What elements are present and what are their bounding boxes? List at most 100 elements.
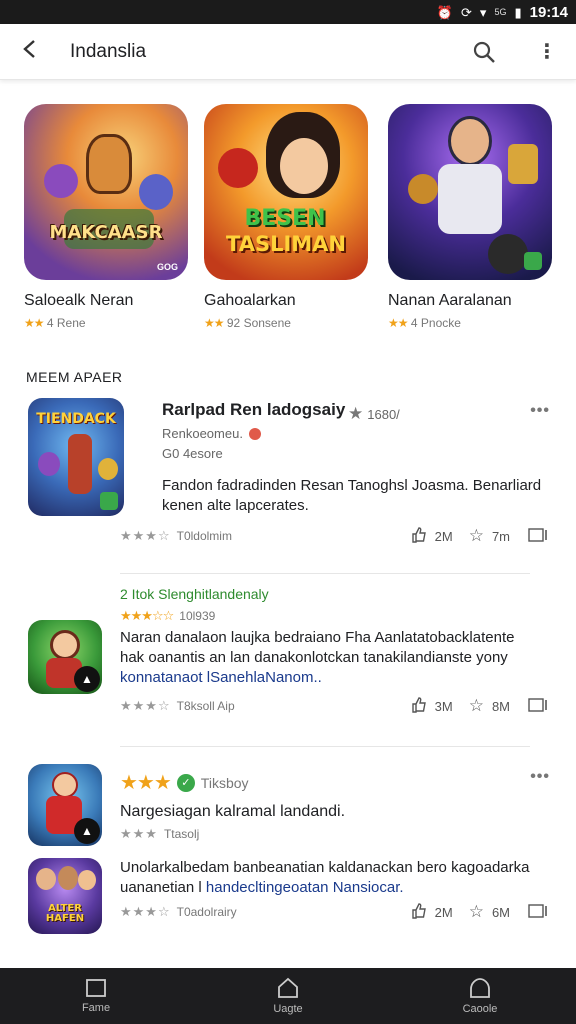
favorite-star-icon[interactable]: ☆: [469, 902, 484, 922]
item-meta-secondary: ★★★ Ttasolj: [120, 826, 199, 842]
like-icon[interactable]: [411, 902, 427, 922]
item-developer: Renkoeomeu.: [162, 426, 243, 441]
favorite-star-icon[interactable]: ☆: [469, 696, 484, 716]
featured-reviews: Rene: [56, 316, 86, 330]
featured-meta: ★★ 92 Sonsene: [204, 316, 374, 330]
list-item[interactable]: 2 Itok Slenghitlandenaly ★★★☆☆ 10l939 ▲ …: [0, 586, 576, 746]
item-rating: ★ 1680/: [348, 404, 400, 424]
nav-item-google[interactable]: Caoole: [384, 968, 576, 1024]
featured-rating: 92: [226, 316, 241, 330]
rating-stars-icon: ★★★☆: [120, 528, 171, 543]
rating-stars-icon: ★★★☆: [120, 698, 171, 713]
featured-rating: 4: [46, 316, 54, 330]
favorites-count: 6M: [491, 904, 510, 920]
share-icon[interactable]: [528, 527, 548, 545]
featured-reviews: Pnocke: [420, 316, 461, 330]
item-meta-text: T0adolrairy: [176, 905, 237, 919]
app-thumbnail: ALTER HAFEN: [28, 858, 102, 934]
item-developer-row: Renkoeomeu.: [162, 426, 261, 441]
like-icon[interactable]: [411, 526, 427, 546]
home-icon: [278, 977, 298, 998]
section-header: MEEM APAER: [26, 369, 123, 385]
play-badge-icon: ▲: [74, 818, 100, 844]
nav-label: Fame: [81, 1002, 111, 1014]
rating-stars-icon: ★★★☆: [120, 904, 171, 919]
share-icon[interactable]: [528, 697, 548, 715]
square-icon: [86, 979, 106, 997]
rating-stars-icon: ★★★☆☆: [120, 608, 174, 623]
back-arrow-icon[interactable]: [22, 39, 62, 65]
item-actions: 3M ☆ 8M: [411, 696, 548, 716]
featured-card[interactable]: MAKCAASR GOG Saloealk Neran ★★ 4 Rene: [24, 104, 194, 330]
item-meta-text: T0ldolmim: [176, 529, 232, 543]
network-label: 5G: [494, 7, 507, 17]
item-title: Rarlpad Ren ladogsaiy: [162, 400, 346, 419]
item-link[interactable]: konnatanaot lSanehlaNanom..: [120, 668, 540, 688]
search-icon[interactable]: [464, 40, 504, 64]
favorites-count: 7m: [491, 528, 510, 544]
featured-meta: ★★ 4 Rene: [24, 316, 194, 330]
item-rating: ★★★☆☆ 10l939: [120, 608, 215, 624]
status-bar: ⏰ ⟳ ▾ 5G ▮ 19:14: [0, 0, 576, 24]
star-icon: ★: [348, 404, 364, 423]
thumbnail-title: TIENDACK: [36, 411, 116, 427]
overflow-menu-icon[interactable]: •••: [530, 768, 550, 786]
nav-item-updates[interactable]: Uagte: [192, 968, 384, 1024]
item-meta-top: Tiksboy: [200, 774, 249, 791]
item-meta: ★★★☆ T0adolrairy: [120, 904, 237, 920]
favorites-count: 8M: [491, 698, 510, 714]
nav-label: Uagte: [273, 1003, 303, 1015]
app-thumbnail: ▲: [28, 764, 102, 846]
item-meta-top: 10l939: [179, 609, 216, 623]
item-title: Nargesiagan kalramal landandi.: [120, 803, 346, 820]
likes-count: 2M: [434, 528, 453, 544]
bottom-nav: Fame Uagte Caoole: [0, 968, 576, 1024]
item-meta-secondary-text: Ttasolj: [163, 827, 200, 841]
rating-stars-icon: ★★: [388, 316, 408, 330]
favorite-star-icon[interactable]: ☆: [469, 526, 484, 546]
featured-rating: 4: [410, 316, 418, 330]
check-badge-icon: ✓: [176, 773, 195, 792]
item-description: Naran danalaon laujka bedraiano Fha Aanl…: [120, 628, 540, 688]
item-meta: ★★★☆ T8ksoll Aip: [120, 698, 235, 714]
house-icon: [470, 978, 490, 998]
featured-art: BESEN TASLIMAN: [204, 104, 368, 280]
verified-badge-icon: [248, 427, 261, 440]
more-vert-icon[interactable]: ⋮: [532, 42, 562, 62]
featured-meta: ★★ 4 Pnocke: [388, 316, 558, 330]
share-icon[interactable]: [528, 903, 548, 921]
nav-item-home[interactable]: Fame: [0, 968, 192, 1024]
overflow-menu-icon[interactable]: •••: [530, 402, 550, 420]
app-bar: Indanslia ⋮: [0, 24, 576, 80]
item-actions: 2M ☆ 6M: [411, 902, 548, 922]
featured-badge: GOG: [156, 262, 178, 272]
rating-stars-icon: ★★: [24, 316, 44, 330]
thumbnail-title: ALTER HAFEN: [45, 903, 85, 924]
rating-stars-icon: ★★★: [120, 826, 158, 841]
rating-stars-icon: ★★: [204, 316, 224, 330]
divider: [120, 573, 530, 574]
app-thumbnail: ▲: [28, 620, 102, 694]
battery-icon: ▮: [514, 4, 522, 20]
item-meta: ★★★☆ T0ldolmim: [120, 528, 232, 544]
featured-reviews: Sonsene: [243, 316, 291, 330]
likes-count: 3M: [434, 698, 453, 714]
item-link[interactable]: handecltingeoatan Nansiocar.: [206, 879, 404, 896]
like-icon[interactable]: [411, 696, 427, 716]
clock: 19:14: [529, 3, 568, 21]
play-badge-icon: ▲: [74, 666, 100, 692]
list-item[interactable]: TIENDACK Rarlpad Ren ladogsaiy ★ 1680/ •…: [0, 398, 576, 574]
featured-card[interactable]: BESEN TASLIMAN Gahoalarkan ★★ 92 Sonsene: [204, 104, 374, 330]
item-description: Fandon fadradinden Resan Tanoghsl Joasma…: [162, 477, 542, 514]
item-rating: ★★★ ✓ Tiksboy: [120, 770, 249, 795]
item-meta-text: T8ksoll Aip: [176, 699, 235, 713]
wifi-icon: ▾: [479, 4, 487, 20]
nav-label: Caoole: [462, 1003, 498, 1015]
list-item[interactable]: ★★★ ✓ Tiksboy ••• ▲ Nargesiagan kalramal…: [0, 762, 576, 952]
divider: [120, 746, 530, 747]
featured-name: Gahoalarkan: [204, 292, 296, 309]
item-actions: 2M ☆ 7m: [411, 526, 548, 546]
item-description-text: Naran danalaon laujka bedraiano Fha Aanl…: [120, 629, 515, 666]
featured-card[interactable]: Nanan Aaralanan ★★ 4 Pnocke: [388, 104, 558, 330]
featured-art: [388, 104, 552, 280]
